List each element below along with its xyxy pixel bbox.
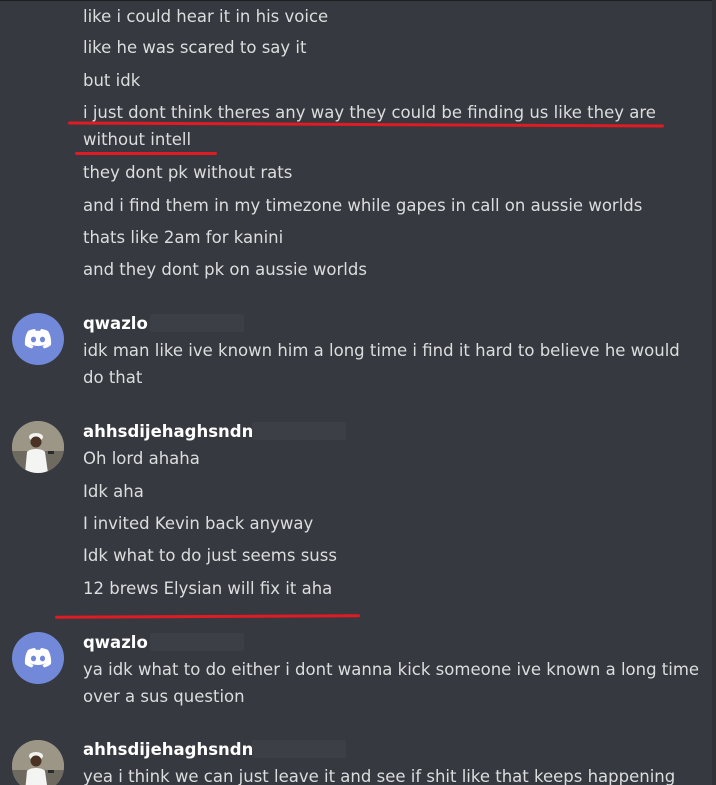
chat-messages: like i could hear it in his voice like h… [0, 0, 713, 785]
message-username[interactable]: qwazlo [83, 632, 148, 654]
scrollbar-track[interactable] [712, 0, 716, 785]
user-avatar[interactable] [12, 740, 64, 785]
red-underline-annotation [75, 152, 217, 155]
discord-logo-icon [24, 329, 52, 349]
user-photo-icon [12, 421, 64, 473]
discord-logo-icon [24, 648, 52, 668]
user-avatar[interactable] [12, 313, 64, 365]
message-line: but idk [83, 71, 141, 90]
message-line: do that [83, 368, 143, 387]
redacted-timestamp [252, 740, 346, 758]
user-avatar[interactable] [12, 632, 64, 684]
user-photo-icon [12, 740, 64, 785]
message-username[interactable]: ahhsdijehaghsndnd [83, 739, 265, 761]
message-line: Idk aha [83, 482, 144, 501]
message-line: idk man like ive known him a long time i… [83, 341, 680, 360]
message-line: they dont pk without rats [83, 163, 293, 182]
redacted-timestamp [150, 633, 244, 651]
message-line: Oh lord ahaha [83, 449, 200, 468]
message-line: and i find them in my timezone while gap… [83, 196, 643, 215]
message-line: over a sus question [83, 687, 245, 706]
redacted-timestamp [252, 422, 346, 440]
message-line: like he was scared to say it [83, 38, 307, 57]
message-line: and they dont pk on aussie worlds [83, 260, 367, 279]
redacted-timestamp [150, 314, 244, 332]
user-avatar[interactable] [12, 421, 64, 473]
message-line: I invited Kevin back anyway [83, 514, 314, 533]
message-line: like i could hear it in his voice [83, 7, 329, 26]
message-line: without intell [83, 130, 192, 149]
message-line: Idk what to do just seems suss [83, 546, 337, 565]
top-border [0, 0, 712, 1]
message-username[interactable]: ahhsdijehaghsndnd [83, 421, 265, 443]
message-line: 12 brews Elysian will fix it aha [83, 579, 333, 598]
message-line: thats like 2am for kanini [83, 228, 284, 247]
message-line: yea i think we can just leave it and see… [83, 767, 676, 785]
message-line: ya idk what to do either i dont wanna ki… [83, 660, 700, 679]
red-underline-annotation [54, 614, 361, 619]
message-line: i just dont think theres any way they co… [83, 103, 656, 122]
message-username[interactable]: qwazlo [83, 313, 148, 335]
